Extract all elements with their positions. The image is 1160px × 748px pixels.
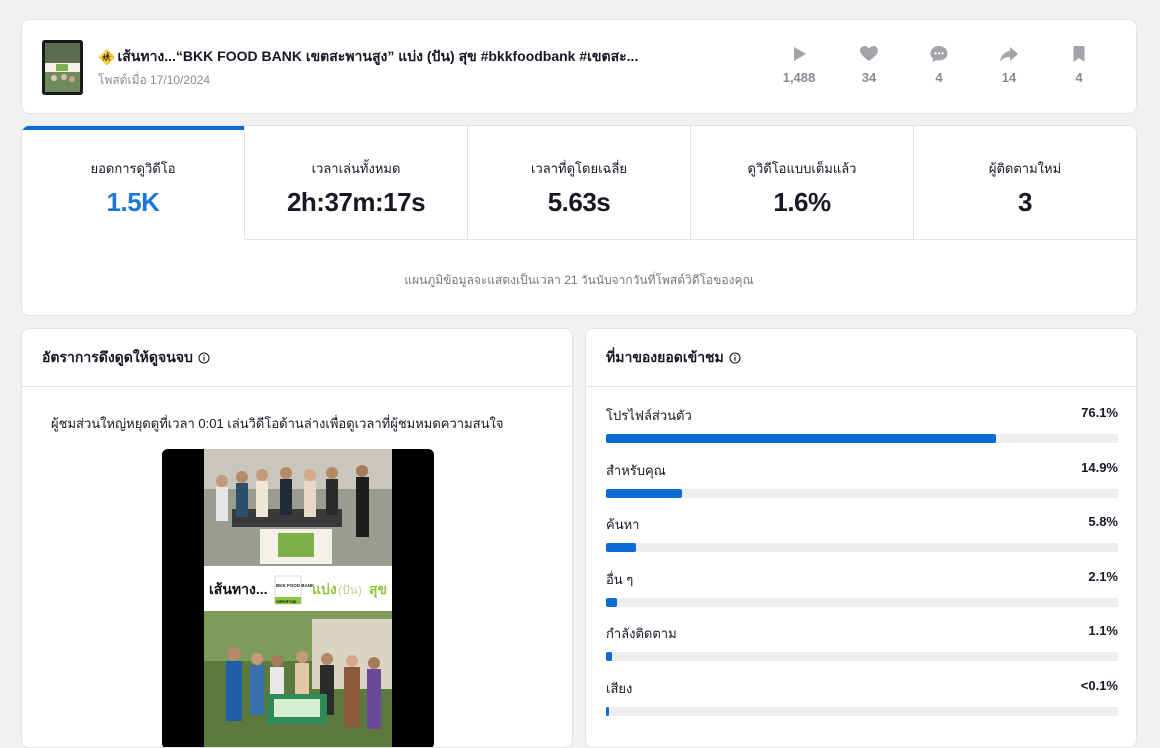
post-thumbnail[interactable] — [42, 40, 83, 95]
source-label: กำลังติดตาม — [606, 626, 677, 641]
source-label: โปรไฟล์ส่วนตัว — [606, 408, 692, 423]
post-date: โพสต์เมื่อ 17/10/2024 — [98, 73, 211, 87]
video-overlay-paren: (ปัน) — [338, 583, 362, 597]
tab-watched-full-video[interactable]: ดูวิดีโอแบบเต็มแล้ว 1.6% — [691, 126, 914, 239]
post-summary-card: 🚸 เส้นทาง...“BKK FOOD BANK เขตสะพานสูง” … — [21, 19, 1137, 114]
video-overlay-prefix: เส้นทาง... — [209, 581, 268, 597]
tab-average-watch-time[interactable]: เวลาที่ดูโดยเฉลี่ย 5.63s — [468, 126, 691, 239]
traffic-source-list: โปรไฟล์ส่วนตัว 76.1% สำหรับคุณ 14.9% ค้นหา… — [606, 405, 1118, 732]
video-preview-image: เส้นทาง... BKK FOOD BANK เขตสะพานสูง แบ่… — [162, 449, 434, 747]
tab-label: ผู้ติดตามใหม่ — [988, 161, 1062, 176]
traffic-header: ที่มาของยอดเข้าชม — [586, 329, 1136, 387]
traffic-source-row: โปรไฟล์ส่วนตัว 76.1% — [606, 405, 1118, 460]
tab-value: 1.5K — [106, 187, 160, 217]
likes-stat: 34 — [834, 44, 904, 85]
comments-count: 4 — [935, 70, 943, 85]
traffic-source-row: อื่น ๆ 2.1% — [606, 569, 1118, 624]
traffic-source-row: กำลังติดตาม 1.1% — [606, 623, 1118, 678]
shares-count: 14 — [1001, 70, 1017, 85]
source-bar-fill — [606, 652, 612, 661]
saves-stat: 4 — [1044, 44, 1114, 85]
source-label: เสียง — [606, 680, 633, 696]
source-bar-fill — [606, 706, 609, 716]
info-icon[interactable] — [729, 351, 741, 364]
retention-title: อัตราการดึงดูดให้ดูจนจบ — [42, 348, 193, 365]
views-count: 1,488 — [782, 70, 816, 85]
video-overlay-happy: สุข — [369, 581, 387, 598]
metrics-card: ยอดการดูวิดีโอ 1.5K เวลาเล่นทั้งหมด 2h:3… — [21, 125, 1137, 316]
shares-stat: 14 — [974, 44, 1044, 85]
tab-value: 3 — [1018, 187, 1032, 217]
saves-count: 4 — [1075, 70, 1083, 85]
traffic-source-row: สำหรับคุณ 14.9% — [606, 460, 1118, 515]
retention-description: ผู้ชมส่วนใหญ่หยุดดูที่เวลา 0:01 เล่นวิดี… — [51, 416, 504, 431]
retention-card: อัตราการดึงดูดให้ดูจนจบ ผู้ชมส่วนใหญ่หยุ… — [21, 328, 573, 748]
heart-icon — [860, 46, 878, 61]
source-bar-fill — [606, 434, 996, 443]
source-percent: 2.1% — [1088, 568, 1118, 584]
likes-count: 34 — [861, 70, 877, 85]
post-stats: 1,488 34 4 14 4 — [764, 44, 1114, 85]
traffic-source-row: ค้นหา 5.8% — [606, 514, 1118, 569]
source-bar-fill — [606, 488, 683, 498]
source-label: ค้นหา — [606, 517, 640, 532]
post-title-emoji: 🚸 — [98, 48, 116, 65]
tab-value: 5.63s — [547, 187, 611, 217]
tab-video-views[interactable]: ยอดการดูวิดีโอ 1.5K — [22, 126, 245, 240]
traffic-sources-card: ที่มาของยอดเข้าชม โปรไฟล์ส่วนตัว 76.1% สำ… — [585, 328, 1137, 748]
views-stat: 1,488 — [764, 44, 834, 85]
tab-new-followers[interactable]: ผู้ติดตามใหม่ 3 — [914, 126, 1136, 239]
source-percent: 1.1% — [1088, 623, 1118, 638]
source-bar-track — [606, 597, 1118, 607]
source-percent: 76.1% — [1081, 405, 1118, 420]
tab-value: 2h:37m:17s — [286, 187, 426, 217]
source-bar-track — [606, 488, 1118, 498]
source-bar-track — [606, 434, 1118, 443]
comments-stat: 4 — [904, 44, 974, 85]
source-percent: 5.8% — [1088, 514, 1118, 529]
info-icon[interactable] — [198, 351, 210, 364]
retention-header: อัตราการดึงดูดให้ดูจนจบ — [22, 329, 572, 387]
tab-value: 1.6% — [773, 187, 831, 217]
video-player[interactable]: เส้นทาง... BKK FOOD BANK เขตสะพานสูง แบ่… — [162, 449, 434, 747]
source-bar-fill — [606, 543, 636, 552]
tab-label: ดูวิดีโอแบบเต็มแล้ว — [747, 161, 857, 176]
bookmark-icon — [1073, 46, 1085, 62]
video-overlay-logo: BKK FOOD BANK — [276, 583, 315, 588]
source-bar-fill — [606, 597, 617, 607]
chart-availability-note: แผนภูมิข้อมูลจะแสดงเป็นเวลา 21 วันนับจาก… — [404, 273, 754, 287]
source-bar-track — [606, 706, 1118, 716]
source-bar-track — [606, 543, 1118, 552]
source-label: อื่น ๆ — [606, 571, 634, 587]
post-title-text: เส้นทาง...“BKK FOOD BANK เขตสะพานสูง” แบ… — [117, 48, 639, 64]
comment-icon — [930, 46, 948, 62]
source-label: สำหรับคุณ — [606, 462, 666, 478]
play-icon — [794, 47, 806, 61]
video-overlay-share: แบ่ง — [312, 581, 337, 597]
source-bar-track — [606, 652, 1118, 661]
source-percent: 14.9% — [1081, 459, 1118, 475]
metrics-tabs: ยอดการดูวิดีโอ 1.5K เวลาเล่นทั้งหมด 2h:3… — [22, 126, 1136, 240]
tab-total-play-time[interactable]: เวลาเล่นทั้งหมด 2h:37m:17s — [245, 126, 468, 239]
tab-label: ยอดการดูวิดีโอ — [90, 161, 176, 176]
tab-label: เวลาที่ดูโดยเฉลี่ย — [531, 161, 627, 176]
tab-label: เวลาเล่นทั้งหมด — [311, 161, 401, 176]
share-icon — [1000, 47, 1018, 62]
traffic-title: ที่มาของยอดเข้าชม — [606, 348, 724, 365]
traffic-source-row: เสียง <0.1% — [606, 678, 1118, 733]
post-title[interactable]: 🚸 เส้นทาง...“BKK FOOD BANK เขตสะพานสูง” … — [98, 46, 638, 68]
source-percent: <0.1% — [1080, 677, 1118, 693]
